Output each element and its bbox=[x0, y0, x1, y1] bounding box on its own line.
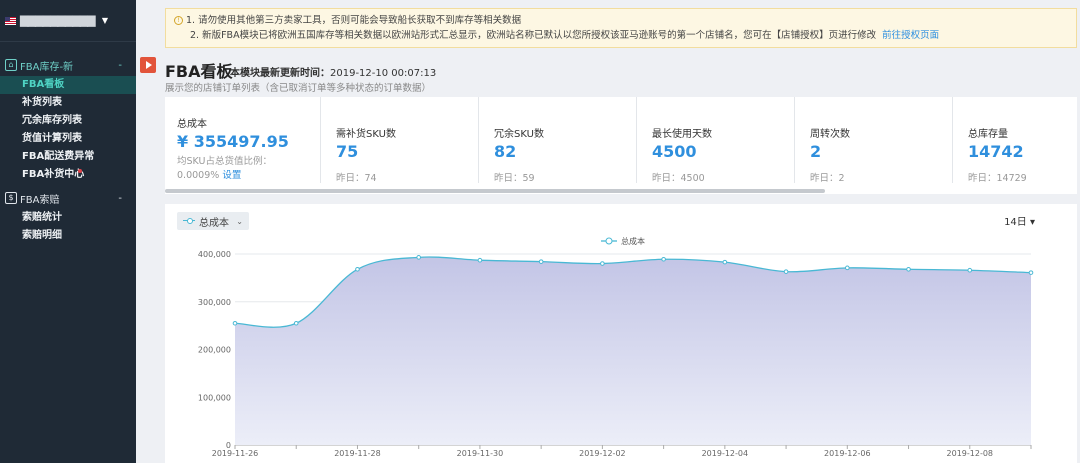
stat-label: 总成本 bbox=[177, 119, 207, 130]
page-title: FBA看板 bbox=[165, 62, 233, 81]
updated-value: 2019-12-10 00:07:13 bbox=[330, 68, 437, 79]
notice-banner: ! 1. 请勿使用其他第三方卖家工具，否则可能会导致船长获取不到库存等相关数据 2… bbox=[165, 8, 1077, 48]
area-chart: 0100,000200,000300,000400,0002019-11-26 2… bbox=[198, 236, 1034, 458]
stat-label: 周转次数 bbox=[810, 129, 850, 140]
last-updated: 本模块最新更新时间：2019-12-10 00:07:13 bbox=[230, 64, 436, 79]
sidebar: ▇▇▇▇▇▇▇▇▇▇ ▼ ⌂ FBA库存-新 - FBA看板 补货列表 冗余库存… bbox=[0, 0, 136, 463]
authorize-link[interactable]: 前往授权页面 bbox=[882, 30, 939, 41]
sidebar-item-restock-center[interactable]: FBA补货中心 bbox=[0, 166, 136, 184]
stat-value: ¥ 355497.95 bbox=[177, 132, 289, 151]
stat-excess-sku: 冗余SKU数 82 昨日：59 bbox=[478, 97, 636, 184]
stat-total-cost: 总成本 ¥ 355497.95 均SKU占总货值比例： 0.0009% 设置 bbox=[177, 97, 327, 183]
ratio-value: 0.0009% bbox=[177, 170, 220, 181]
data-point bbox=[538, 259, 544, 264]
new-dot-icon bbox=[78, 169, 82, 173]
page-subtitle: 展示您的店铺订单列表（含已取消订单等多种状态的订单数据） bbox=[165, 83, 432, 94]
updated-label: 本模块最新更新时间： bbox=[230, 68, 330, 79]
info-icon: ! bbox=[174, 16, 183, 25]
legend-label: 总成本 bbox=[621, 236, 645, 246]
stat-yesterday: 昨日：74 bbox=[336, 173, 377, 184]
chevron-down-icon: ▼ bbox=[101, 16, 108, 25]
data-point bbox=[232, 320, 238, 326]
y-tick-label: 400,000 bbox=[198, 250, 231, 259]
stat-value: 82 bbox=[494, 142, 517, 161]
metric-select[interactable]: 总成本 ⌄ bbox=[177, 212, 249, 230]
stat-total-stock: 总库存量 14742 昨日：14729 bbox=[952, 97, 1077, 184]
stat-label: 需补货SKU数 bbox=[336, 129, 396, 140]
shield-icon: $ bbox=[5, 192, 17, 204]
x-tick-label: 2019-12-06 bbox=[824, 449, 871, 458]
x-tick-label: 2019-12-04 bbox=[702, 449, 749, 458]
series-area bbox=[235, 256, 1031, 445]
data-point bbox=[845, 265, 850, 271]
y-tick-label: 200,000 bbox=[198, 346, 231, 355]
line-legend-icon bbox=[183, 218, 195, 224]
nav-group-fba-inventory[interactable]: ⌂ FBA库存-新 - bbox=[0, 54, 136, 76]
data-point bbox=[600, 261, 605, 266]
sidebar-item-restock-list[interactable]: 补货列表 bbox=[0, 94, 136, 112]
chevron-down-icon: ⌄ bbox=[236, 216, 243, 226]
stat-yesterday: 昨日：14729 bbox=[968, 173, 1027, 184]
data-point bbox=[783, 269, 789, 274]
stat-label: 总库存量 bbox=[968, 129, 1008, 140]
stat-yesterday: 昨日：4500 bbox=[652, 173, 705, 184]
stat-yesterday: 昨日：2 bbox=[810, 173, 845, 184]
y-tick-label: 100,000 bbox=[198, 393, 231, 402]
stat-restock-sku: 需补货SKU数 75 昨日：74 bbox=[320, 97, 478, 184]
horizontal-scrollbar[interactable] bbox=[165, 189, 825, 193]
nav-group-label: FBA索赔 bbox=[20, 194, 60, 206]
stat-label: 冗余SKU数 bbox=[494, 129, 544, 140]
data-point bbox=[477, 257, 483, 263]
data-point bbox=[722, 259, 728, 265]
chart-card: 0 100,000 200,000 300,000 400,000 2019-11-26 2… bbox=[165, 204, 1077, 463]
play-icon bbox=[140, 57, 156, 73]
data-point bbox=[967, 267, 973, 273]
sidebar-item-value-calc[interactable]: 货值计算列表 bbox=[0, 130, 136, 148]
x-tick-label: 2019-11-30 bbox=[457, 449, 504, 458]
ratio-label: 均SKU占总货值比例： bbox=[177, 156, 272, 167]
stat-max-days: 最长使用天数 4500 昨日：4500 bbox=[636, 97, 794, 184]
sidebar-item-claim-stats[interactable]: 索赔统计 bbox=[0, 209, 136, 227]
sidebar-item-fba-dashboard[interactable]: FBA看板 bbox=[0, 76, 136, 94]
data-point bbox=[416, 255, 421, 260]
nav-group-label: FBA库存-新 bbox=[20, 61, 74, 73]
notice-line-1: 1. 请勿使用其他第三方卖家工具，否则可能会导致船长获取不到库存等相关数据 bbox=[186, 15, 522, 26]
stat-value: 2 bbox=[810, 142, 822, 161]
stat-value: 75 bbox=[336, 142, 359, 161]
collapse-icon: - bbox=[118, 59, 122, 71]
account-name: ▇▇▇▇▇▇▇▇▇▇ bbox=[20, 14, 96, 27]
x-tick-label: 2019-11-28 bbox=[334, 449, 381, 458]
stats-panel: 总成本 ¥ 355497.95 均SKU占总货值比例： 0.0009% 设置 需… bbox=[165, 97, 1077, 194]
data-point bbox=[355, 266, 360, 272]
sidebar-item-excess-inventory[interactable]: 冗余库存列表 bbox=[0, 112, 136, 130]
legend-marker-icon bbox=[605, 237, 613, 245]
data-point bbox=[906, 266, 911, 272]
stat-value: 14742 bbox=[968, 142, 1024, 161]
x-tick-label: 2019-12-08 bbox=[947, 449, 994, 458]
data-point bbox=[1028, 270, 1034, 275]
sidebar-item-claim-details[interactable]: 索赔明细 bbox=[0, 227, 136, 245]
stat-turnover: 周转次数 2 昨日：2 bbox=[794, 97, 952, 184]
collapse-icon: - bbox=[118, 192, 122, 204]
nav-group-fba-claims[interactable]: $ FBA索赔 - bbox=[0, 187, 136, 209]
metric-select-value: 总成本 bbox=[199, 217, 229, 229]
data-point bbox=[293, 320, 299, 326]
stat-label: 最长使用天数 bbox=[652, 129, 712, 140]
stat-value: 4500 bbox=[652, 142, 697, 161]
stat-note: 均SKU占总货值比例： 0.0009% 设置 bbox=[177, 155, 327, 183]
sidebar-item-label: FBA补货中心 bbox=[22, 169, 85, 180]
sidebar-item-fee-anomaly[interactable]: FBA配送费异常 bbox=[0, 148, 136, 166]
x-tick-label: 2019-12-02 bbox=[579, 449, 626, 458]
y-tick-label: 300,000 bbox=[198, 298, 231, 307]
notice-line-2: 2. 新版FBA模块已将欧洲五国库存等相关数据以欧洲站形式汇总显示，欧洲站名称已… bbox=[190, 30, 877, 41]
settings-link[interactable]: 设置 bbox=[222, 170, 241, 181]
account-switcher[interactable]: ▇▇▇▇▇▇▇▇▇▇ ▼ bbox=[0, 0, 136, 42]
range-select[interactable]: 14日 ▾ bbox=[1004, 213, 1035, 228]
data-point bbox=[661, 256, 666, 262]
x-tick-label: 2019-11-26 bbox=[212, 449, 259, 458]
us-flag-icon bbox=[5, 16, 16, 25]
home-icon: ⌂ bbox=[5, 59, 17, 71]
stat-yesterday: 昨日：59 bbox=[494, 173, 535, 184]
